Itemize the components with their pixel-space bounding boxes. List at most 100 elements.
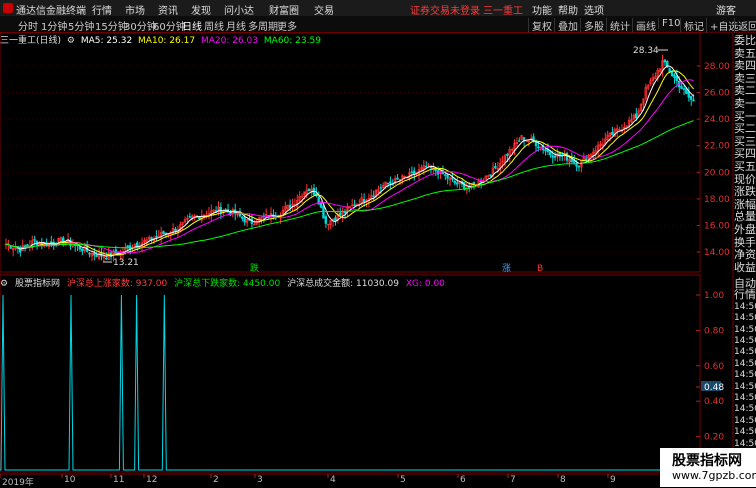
tick-panel-item: 14:50 bbox=[734, 370, 756, 381]
indicator-tick-label: 0.20 bbox=[704, 433, 724, 443]
candle-body bbox=[126, 245, 129, 248]
candle-body bbox=[319, 202, 323, 208]
quote-panel-item[interactable]: 外盘 bbox=[734, 223, 756, 236]
candle-body bbox=[577, 165, 581, 168]
candle-body bbox=[479, 180, 483, 183]
candle-body bbox=[104, 257, 108, 260]
quote-panel-item[interactable]: 卖一 bbox=[734, 97, 756, 110]
x-tick-label: 7 bbox=[510, 475, 516, 485]
indicator-tick-label: 0.80 bbox=[704, 326, 724, 336]
x-tick-label: 10 bbox=[64, 475, 76, 485]
candle-body bbox=[389, 181, 392, 184]
indicator-tick-label: 1.00 bbox=[704, 291, 724, 301]
tick-panel-item: 行情 bbox=[734, 288, 756, 302]
y-tick-label: 18.00 bbox=[704, 195, 730, 205]
tick-panel-item: 14:50 bbox=[734, 427, 756, 438]
quote-panel-item[interactable]: 卖三 bbox=[734, 72, 756, 85]
quote-panel-item[interactable]: 买二 bbox=[734, 122, 756, 135]
candle-body bbox=[73, 244, 77, 247]
quote-panel-item[interactable]: 涨跌 bbox=[734, 185, 756, 198]
candle-body bbox=[386, 182, 390, 185]
quote-panel-item[interactable]: 卖四 bbox=[734, 59, 756, 72]
candle-body bbox=[324, 216, 328, 224]
ma60-line bbox=[5, 120, 694, 249]
candle-body bbox=[549, 151, 552, 156]
x-tick-label: 9 bbox=[610, 475, 616, 485]
x-tick-label: 2 bbox=[213, 475, 219, 485]
quote-panel-item[interactable]: 总量 bbox=[734, 210, 756, 223]
watermark-title: 股票指标网 bbox=[672, 453, 742, 469]
candle-body bbox=[611, 131, 614, 136]
candle-body bbox=[379, 187, 382, 189]
candle-body bbox=[682, 88, 686, 90]
candle-body bbox=[687, 91, 690, 98]
candle-body bbox=[675, 75, 678, 82]
buy-marker: B bbox=[537, 264, 543, 274]
x-tick-label: 4 bbox=[330, 475, 336, 485]
indicator-legend: ⚙ 股票指标网 沪深总上涨家数: 937.00 沪深总下跌家数: 4450.00… bbox=[0, 276, 700, 289]
quote-panel-item[interactable]: 买一 bbox=[734, 110, 756, 123]
candle-body bbox=[575, 163, 578, 167]
candle-body bbox=[506, 154, 509, 156]
watermark: 股票指标网 www.7gpzb.com bbox=[660, 448, 756, 487]
candle-body bbox=[362, 199, 366, 202]
ma10-line bbox=[5, 70, 694, 256]
candle-body bbox=[455, 182, 459, 185]
candle-body bbox=[343, 211, 347, 214]
quote-panel-item[interactable]: 委比 bbox=[734, 34, 756, 47]
candle-body bbox=[288, 204, 292, 209]
indicator-name: 股票指标网 bbox=[14, 279, 60, 289]
candle-body bbox=[307, 188, 311, 192]
candle-body bbox=[424, 166, 428, 168]
quote-panel-item[interactable]: 买四 bbox=[734, 147, 756, 160]
candle-body bbox=[410, 171, 413, 173]
candle-body bbox=[241, 216, 244, 219]
y-tick-label: 16.00 bbox=[704, 221, 730, 231]
candle-body bbox=[537, 146, 540, 149]
quote-panel-item[interactable]: 卖二 bbox=[734, 84, 756, 97]
candle-body bbox=[635, 113, 638, 119]
candle-body bbox=[372, 195, 375, 197]
quote-panel-item[interactable]: 换手 bbox=[734, 236, 756, 249]
quote-panel-item[interactable]: 买五 bbox=[734, 160, 756, 173]
candle-body bbox=[188, 216, 191, 218]
candle-body bbox=[391, 184, 394, 186]
volume-label: 沪深总成交金额: 11030.09 bbox=[287, 279, 399, 289]
x-tick-label: 8 bbox=[560, 475, 566, 485]
candle-body bbox=[689, 96, 693, 100]
up-count-label: 沪深总上涨家数: 937.00 bbox=[66, 279, 168, 289]
candle-body bbox=[9, 245, 12, 249]
candle-body bbox=[444, 174, 447, 176]
y-tick-label: 14.00 bbox=[704, 248, 730, 258]
candle-body bbox=[322, 205, 325, 219]
fall-marker: 跌 bbox=[250, 263, 259, 274]
candle-body bbox=[396, 177, 399, 180]
quote-panel-item[interactable]: 现价 bbox=[734, 173, 756, 186]
candle-body bbox=[544, 149, 547, 152]
candle-body bbox=[88, 252, 91, 255]
low-price-label: 13.21 bbox=[113, 258, 139, 268]
y-tick-label: 26.00 bbox=[704, 89, 730, 99]
candle-body bbox=[451, 177, 454, 180]
x-tick-label: 11 bbox=[113, 475, 125, 485]
quote-panel-item[interactable]: 买三 bbox=[734, 135, 756, 148]
candle-body bbox=[164, 232, 168, 235]
candle-body bbox=[553, 155, 557, 158]
ma20-line bbox=[5, 79, 694, 254]
xg-label: XG: 0.00 bbox=[405, 279, 445, 289]
candle-body bbox=[673, 74, 676, 78]
quote-panel-item[interactable]: 净资 bbox=[734, 248, 756, 261]
candle-body bbox=[162, 231, 165, 235]
tick-panel-item: 14:50 bbox=[734, 324, 756, 335]
candle-body bbox=[23, 245, 27, 247]
candle-body bbox=[219, 207, 222, 214]
quote-panel-item[interactable]: 收益 bbox=[734, 261, 756, 274]
tick-panel-item: 14:50 bbox=[734, 336, 756, 346]
candle-body bbox=[334, 217, 337, 222]
indicator-gear-icon[interactable]: ⚙ bbox=[0, 279, 8, 289]
quote-panel-item[interactable]: 卖五 bbox=[734, 47, 756, 60]
candlestick-chart[interactable]: 28.00 26.00 24.00 22.00 20.00 18.00 16.00 14.00… bbox=[0, 0, 756, 487]
tick-panel-item: 14:50 bbox=[734, 313, 756, 324]
candle-body bbox=[494, 166, 497, 169]
candle-body bbox=[338, 212, 342, 216]
